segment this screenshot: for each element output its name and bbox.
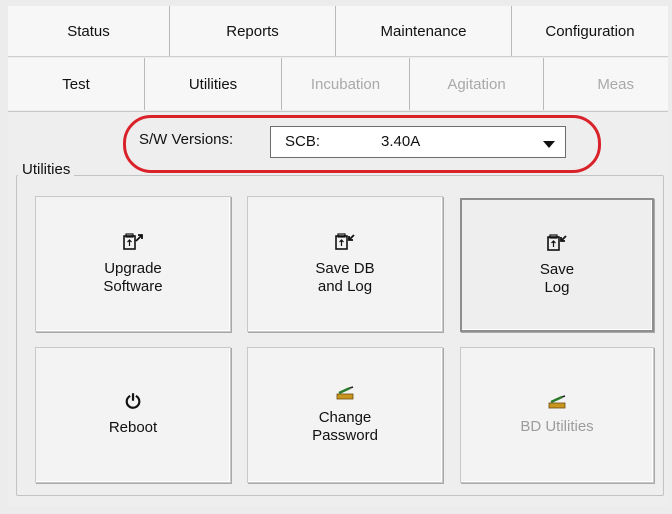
tab-label: Reports [226, 22, 279, 40]
reboot-button[interactable]: ⏻ Reboot [35, 347, 231, 483]
usb-upload-icon [122, 232, 144, 256]
utilities-group-label: Utilities [18, 161, 75, 178]
subtab-meas[interactable]: Meas [544, 58, 668, 110]
tab-label: Incubation [310, 75, 381, 93]
key-pencil-icon [334, 385, 356, 405]
bd-utilities-button[interactable]: BD Utilities [460, 347, 654, 483]
upgrade-software-button[interactable]: Upgrade Software [35, 196, 231, 332]
button-label: Save DB and Log [315, 259, 375, 295]
tab-label: Meas [597, 75, 634, 93]
save-db-and-log-button[interactable]: Save DB and Log [247, 196, 443, 332]
tab-configuration[interactable]: Configuration [512, 6, 668, 56]
tab-label: Test [62, 75, 90, 93]
change-password-button[interactable]: Change Password [247, 347, 443, 483]
tab-maintenance[interactable]: Maintenance [336, 6, 512, 56]
main-tab-bar: Status Reports Maintenance Configuration [8, 6, 668, 57]
utilities-screen: Status Reports Maintenance Configuration… [0, 0, 672, 514]
power-icon: ⏻ [125, 392, 141, 413]
usb-save-icon [334, 232, 356, 256]
button-label: BD Utilities [520, 417, 594, 435]
key-pencil-icon [546, 394, 568, 414]
subtab-utilities[interactable]: Utilities [145, 58, 282, 110]
usb-save-icon [546, 233, 568, 257]
highlight-circle [123, 115, 601, 173]
button-label: Change Password [312, 408, 378, 444]
subtab-test[interactable]: Test [8, 58, 145, 110]
button-label: Reboot [108, 419, 158, 436]
tab-label: Status [67, 22, 110, 40]
tab-label: Maintenance [380, 22, 467, 40]
tab-label: Configuration [545, 22, 635, 40]
tab-reports[interactable]: Reports [170, 6, 336, 56]
tab-label: Utilities [188, 75, 238, 93]
button-label: Upgrade Software [103, 259, 163, 295]
save-log-button[interactable]: Save Log [460, 198, 654, 332]
tab-status[interactable]: Status [8, 6, 170, 56]
subtab-agitation[interactable]: Agitation [410, 58, 544, 110]
tab-label: Agitation [447, 75, 506, 93]
subtab-incubation[interactable]: Incubation [282, 58, 410, 110]
button-label: Save Log [539, 260, 575, 296]
sub-tab-bar: Test Utilities Incubation Agitation Meas [8, 58, 668, 110]
